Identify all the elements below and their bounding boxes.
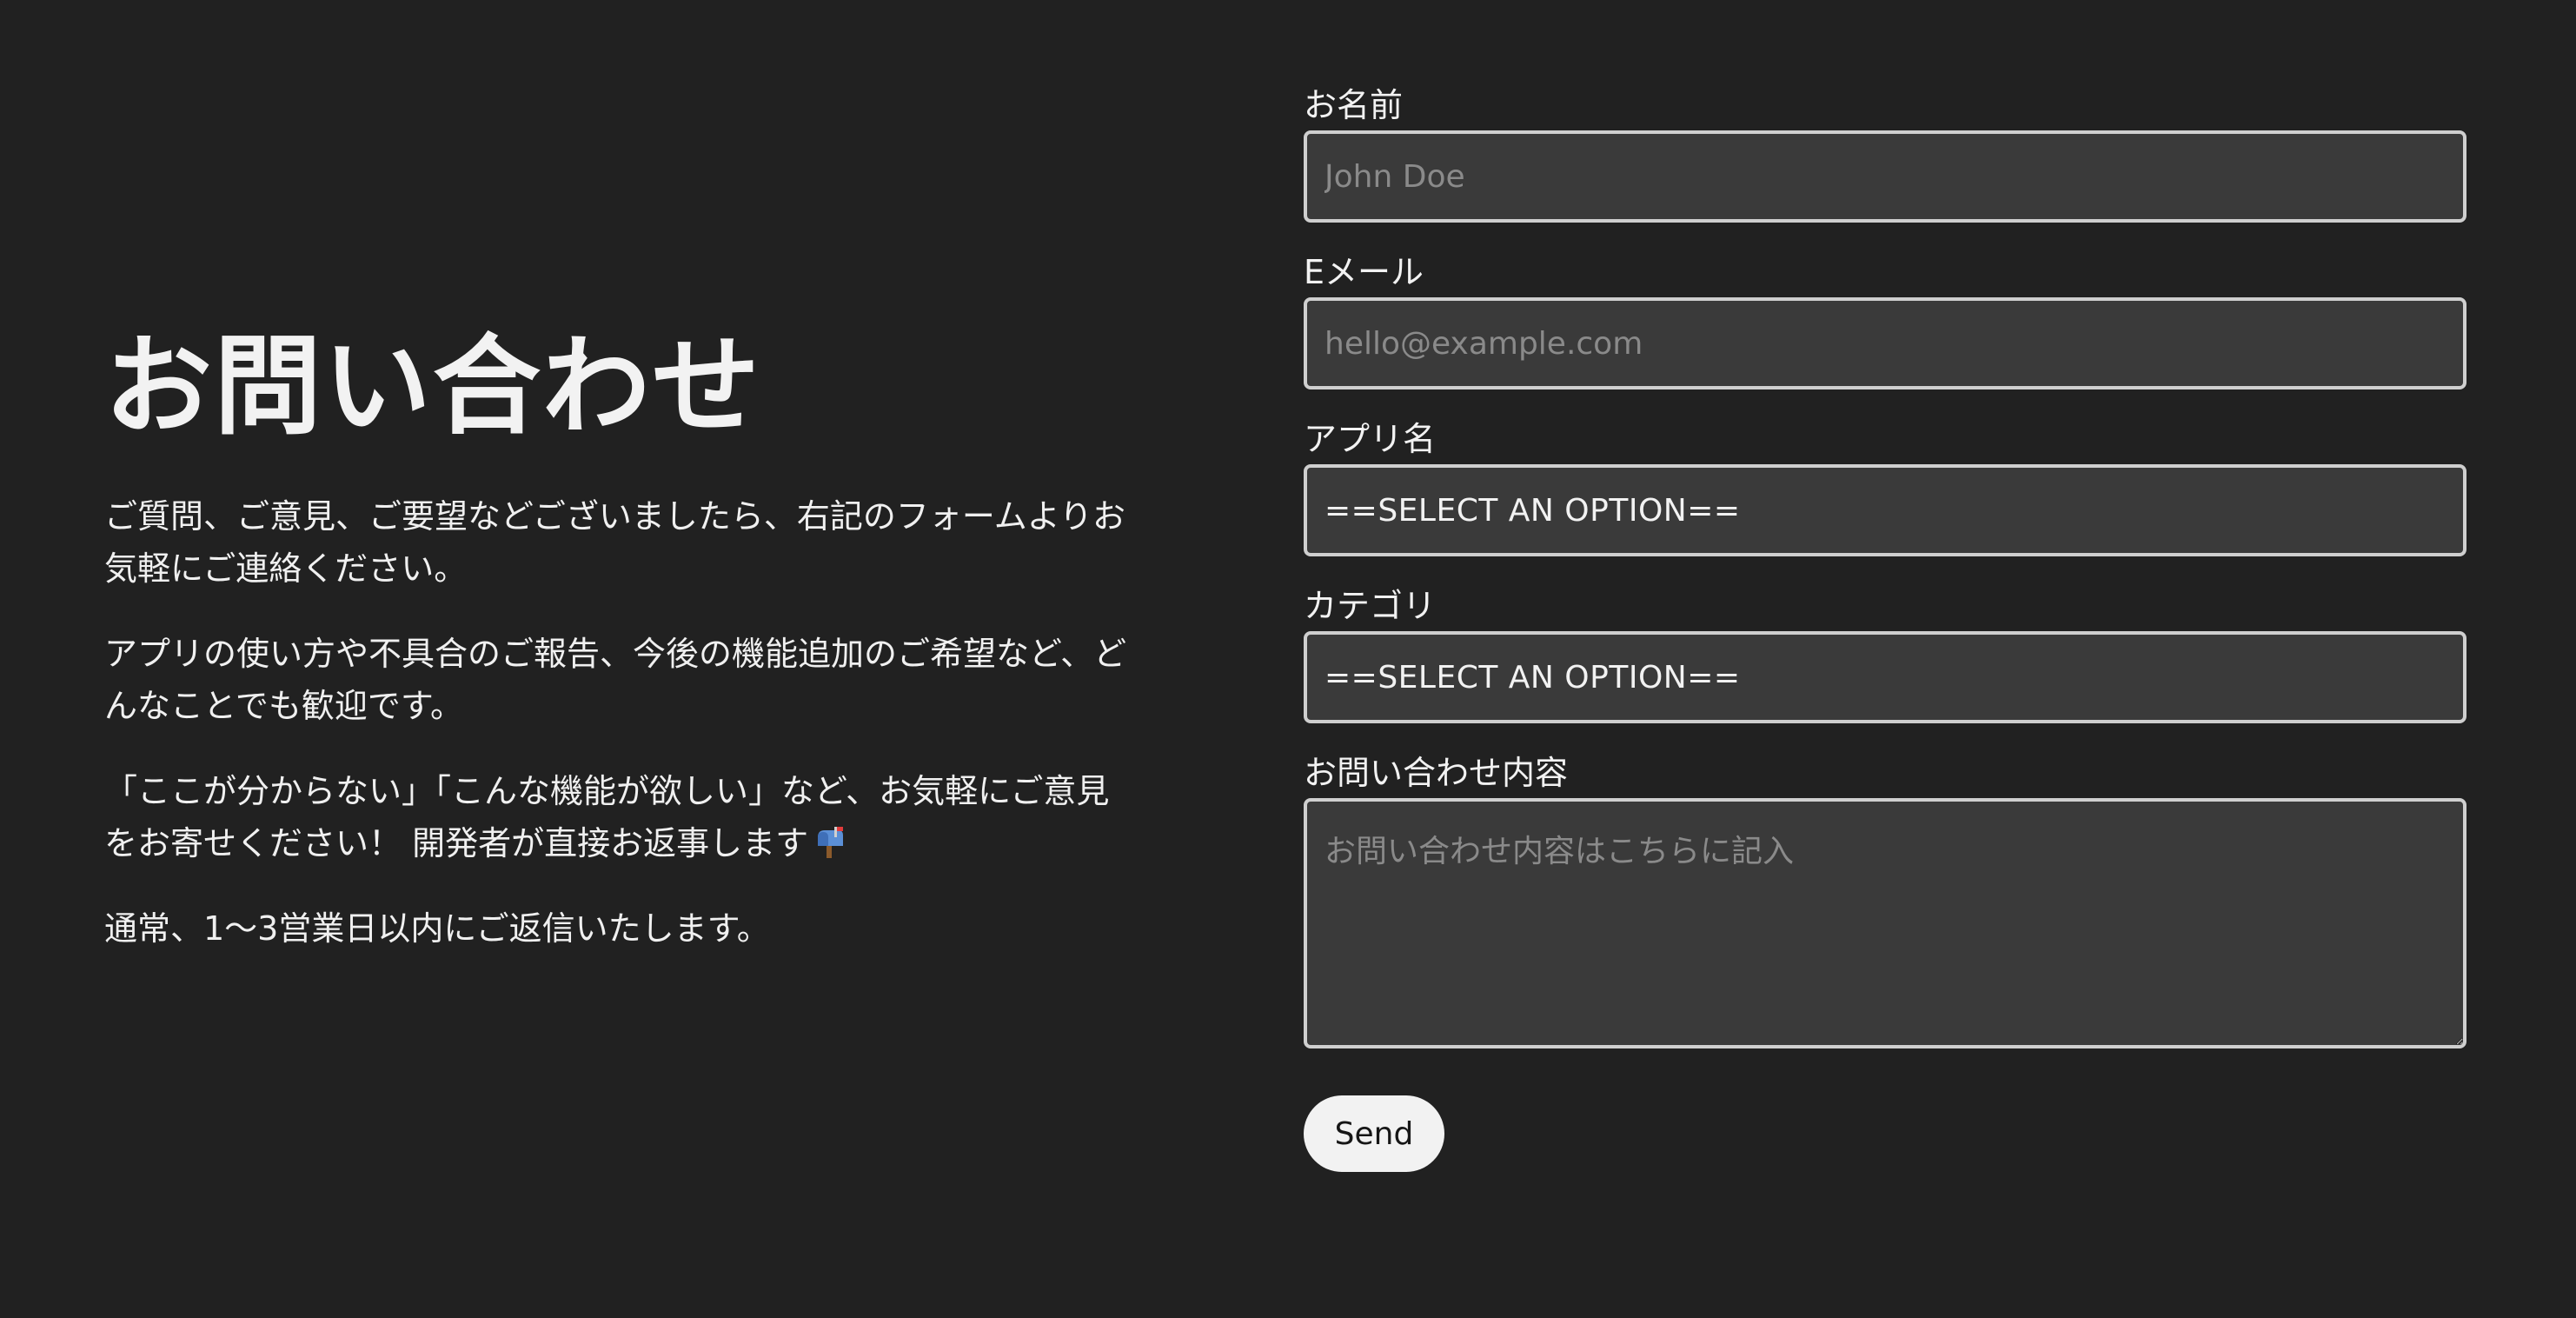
- message-textarea[interactable]: [1304, 798, 2466, 1048]
- contact-info: お問い合わせ ご質問、ご意見、ご要望などございましたら、右記のフォームよりお気軽…: [104, 322, 1130, 988]
- app-select[interactable]: ==SELECT AN OPTION==: [1304, 464, 2466, 556]
- page-title: お問い合わせ: [104, 324, 762, 449]
- contact-form: お名前 Eメール アプリ名 ==SELECT AN OPTION== カテゴリ …: [1304, 82, 2466, 1172]
- name-label: お名前: [1304, 86, 1404, 124]
- category-select-value: ==SELECT AN OPTION==: [1325, 659, 1741, 696]
- app-label: アプリ名: [1304, 420, 1437, 458]
- name-field-group: お名前: [1304, 82, 2466, 223]
- category-select[interactable]: ==SELECT AN OPTION==: [1304, 631, 2466, 723]
- intro-paragraph-3-text: 「ここが分からない」「こんな機能が欲しい」など、お気軽にご意見をお寄せください！…: [104, 772, 1110, 862]
- email-label: Eメール: [1304, 253, 1424, 291]
- email-field-group: Eメール: [1304, 249, 2466, 389]
- intro-paragraph-3: 「ここが分からない」「こんな機能が欲しい」など、お気軽にご意見をお寄せください！…: [104, 765, 1130, 869]
- category-label: カテゴリ: [1304, 587, 1437, 625]
- intro-paragraph-4: 通常、1〜3営業日以内にご返信いたします。: [104, 909, 770, 948]
- message-label: お問い合わせ内容: [1304, 754, 1569, 792]
- intro-paragraph-1: ご質問、ご意見、ご要望などございましたら、右記のフォームよりお気軽にご連絡くださ…: [104, 497, 1125, 588]
- message-field-group: お問い合わせ内容: [1304, 749, 2466, 1048]
- email-input[interactable]: [1304, 297, 2466, 389]
- app-field-group: アプリ名 ==SELECT AN OPTION==: [1304, 416, 2466, 556]
- intro-paragraph-2: アプリの使い方や不具合のご報告、今後の機能追加のご希望など、どんなことでも歓迎で…: [104, 635, 1127, 725]
- send-button[interactable]: Send: [1304, 1095, 1444, 1172]
- name-input[interactable]: [1304, 130, 2466, 223]
- category-field-group: カテゴリ ==SELECT AN OPTION==: [1304, 582, 2466, 723]
- app-select-value: ==SELECT AN OPTION==: [1325, 492, 1741, 529]
- contact-page: お問い合わせ ご質問、ご意見、ご要望などございましたら、右記のフォームよりお気軽…: [0, 0, 2576, 1318]
- mailbox-icon: [815, 821, 845, 858]
